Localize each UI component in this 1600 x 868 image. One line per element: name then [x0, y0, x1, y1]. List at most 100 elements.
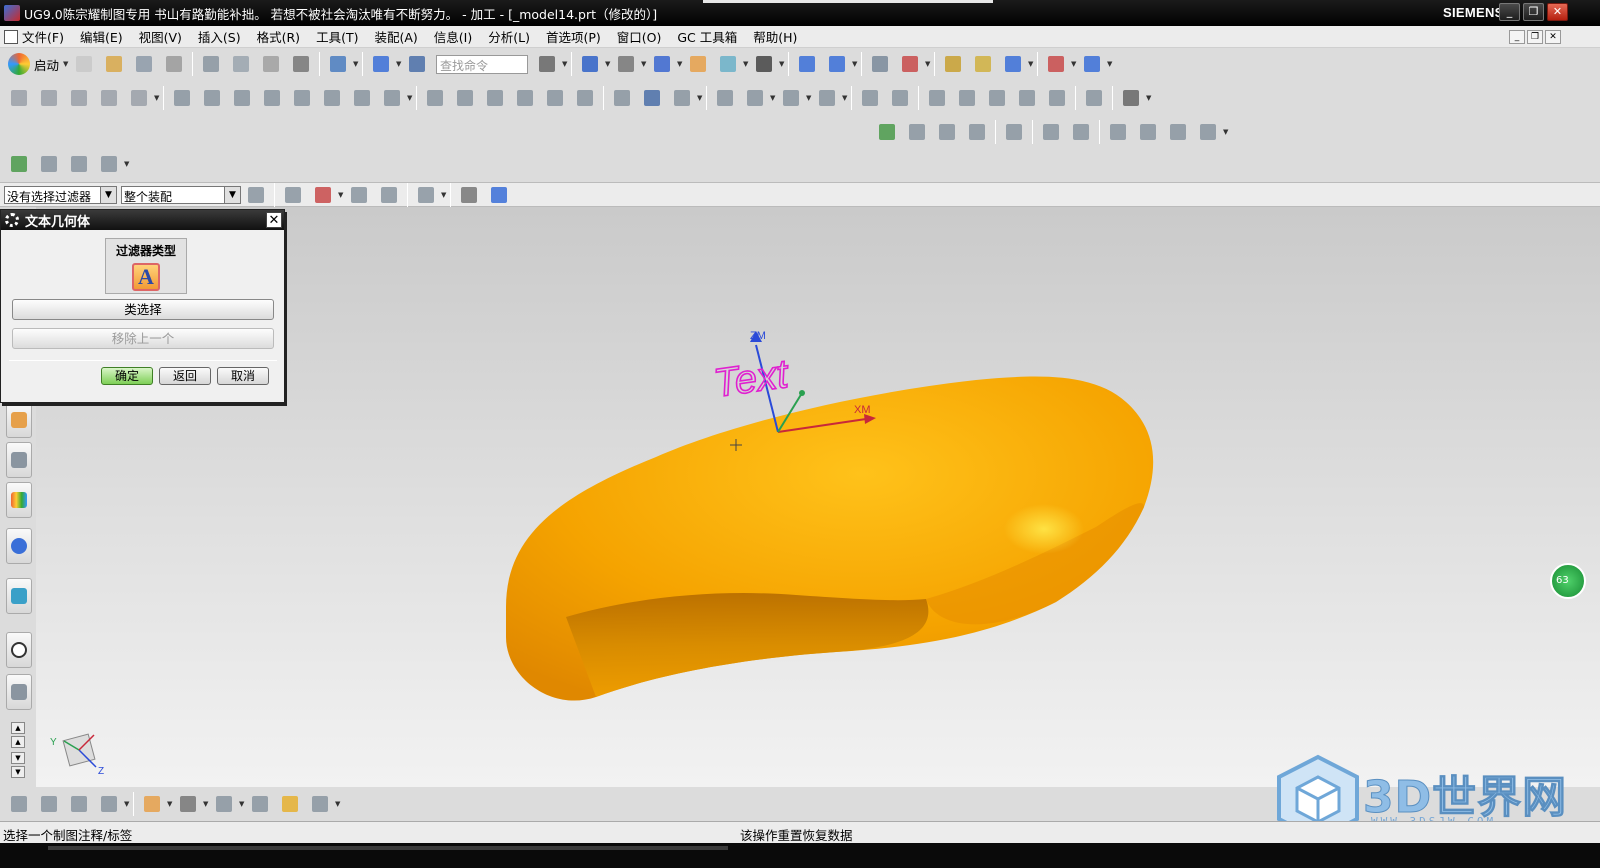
menu-edit[interactable]: 编辑(E)	[72, 27, 131, 46]
wcs-icon[interactable]	[898, 52, 922, 76]
open-folder-icon[interactable]	[102, 52, 126, 76]
command-search-input[interactable]: 查找命令	[436, 54, 529, 74]
chevron-down-icon[interactable]: ▼	[396, 60, 402, 68]
undo-icon[interactable]	[326, 52, 350, 76]
box-icon[interactable]	[278, 792, 302, 816]
shop-docs-icon[interactable]	[380, 86, 404, 110]
menu-insert[interactable]: 插入(S)	[190, 27, 249, 46]
machine-sim-icon[interactable]	[290, 86, 314, 110]
layer-icon[interactable]	[686, 52, 710, 76]
verify-path-icon[interactable]	[260, 86, 284, 110]
web-browser-tab[interactable]	[6, 528, 32, 564]
fit-view-icon[interactable]	[369, 52, 393, 76]
chevron-down-icon[interactable]: ▼	[562, 60, 568, 68]
callout-icon[interactable]	[1039, 120, 1063, 144]
chevron-down-icon[interactable]: ▼	[925, 60, 931, 68]
selection-scope-dropdown[interactable]: 整个装配 ▼	[121, 185, 241, 204]
path-edit-icon[interactable]	[815, 86, 839, 110]
clock-tab[interactable]	[6, 632, 32, 668]
scroll-top-button[interactable]: ▲	[11, 722, 25, 734]
menu-information[interactable]: 信息(I)	[426, 27, 480, 46]
surface-finish-icon[interactable]	[1136, 120, 1160, 144]
object-display-icon[interactable]	[971, 52, 995, 76]
delete-path-icon[interactable]	[320, 86, 344, 110]
back-button[interactable]: 返回	[159, 367, 211, 385]
snap-point-icon[interactable]	[281, 183, 305, 207]
chevron-down-icon[interactable]: ▼	[335, 800, 341, 808]
cam-setup-icon[interactable]	[1082, 86, 1106, 110]
mdi-restore-button[interactable]: ❐	[1527, 30, 1543, 44]
layer-settings-icon[interactable]	[868, 52, 892, 76]
weld-icon[interactable]	[1106, 120, 1130, 144]
gear-icon[interactable]	[5, 213, 19, 227]
part-navigator-tab[interactable]	[6, 482, 32, 518]
step-path-icon[interactable]	[743, 86, 767, 110]
analysis-model-icon[interactable]	[37, 152, 61, 176]
menu-assembly[interactable]: 装配(A)	[366, 27, 425, 46]
show-hide-icon[interactable]	[1001, 52, 1025, 76]
point-icon[interactable]	[955, 86, 979, 110]
chevron-down-icon[interactable]: ▼	[641, 60, 647, 68]
chevron-down-icon[interactable]: ▼	[239, 800, 245, 808]
select-feature-icon[interactable]	[311, 183, 335, 207]
menu-view[interactable]: 视图(V)	[131, 27, 190, 46]
save-icon[interactable]	[132, 52, 156, 76]
datum-icon[interactable]	[1166, 120, 1190, 144]
select-face-icon[interactable]	[347, 183, 371, 207]
assembly-navigator-tab[interactable]	[6, 402, 32, 438]
section-view-icon[interactable]	[795, 52, 819, 76]
analysis-graph-icon[interactable]	[97, 152, 121, 176]
chevron-down-icon[interactable]: ▼	[1028, 60, 1034, 68]
flag-icon[interactable]	[1002, 120, 1026, 144]
paste-icon[interactable]	[259, 52, 283, 76]
list-path-icon[interactable]	[230, 86, 254, 110]
class-select-button[interactable]: 类选择	[12, 299, 274, 320]
transform-icon[interactable]	[543, 86, 567, 110]
solid-body-icon[interactable]	[487, 183, 511, 207]
object-icon[interactable]	[573, 86, 597, 110]
menu-preferences[interactable]: 首选项(P)	[538, 27, 609, 46]
chevron-down-icon[interactable]: ▼	[697, 94, 703, 102]
bottom-tool-2-icon[interactable]	[37, 792, 61, 816]
background-icon[interactable]	[752, 52, 776, 76]
clip-icon[interactable]	[825, 52, 849, 76]
chevron-down-icon[interactable]: ▼	[441, 191, 447, 199]
ok-button[interactable]: 确定	[101, 367, 153, 385]
program-order-icon[interactable]	[610, 86, 634, 110]
chevron-down-icon[interactable]: ▼	[779, 60, 785, 68]
fixture-icon[interactable]	[248, 792, 272, 816]
system-menu-icon[interactable]	[4, 29, 18, 44]
feature-op-icon[interactable]	[858, 86, 882, 110]
path-display-icon[interactable]	[779, 86, 803, 110]
start-button[interactable]: 启动	[4, 53, 63, 75]
analysis-check-icon[interactable]	[7, 152, 31, 176]
chevron-down-icon[interactable]: ▼	[852, 60, 858, 68]
bottom-tool-1-icon[interactable]	[7, 792, 31, 816]
measure-icon[interactable]	[1080, 52, 1104, 76]
menu-window[interactable]: 窗口(O)	[609, 27, 670, 46]
roles-tab[interactable]	[6, 674, 32, 710]
search-icon[interactable]	[535, 52, 559, 76]
shaded-cube-icon[interactable]	[650, 52, 674, 76]
plane-icon[interactable]	[212, 792, 236, 816]
rotate-icon[interactable]	[614, 52, 638, 76]
mdi-minimize-button[interactable]: _	[1509, 30, 1525, 44]
bottom-tool-4-icon[interactable]	[97, 792, 121, 816]
close-icon[interactable]	[1119, 86, 1143, 110]
snap-icon[interactable]	[1044, 52, 1068, 76]
note-icon[interactable]	[905, 120, 929, 144]
create-method-icon[interactable]	[97, 86, 121, 110]
scroll-bottom-button[interactable]: ▼	[11, 766, 25, 778]
bottom-tool-3-icon[interactable]	[67, 792, 91, 816]
print-icon[interactable]	[162, 52, 186, 76]
chevron-down-icon[interactable]: ▼	[806, 94, 812, 102]
chevron-down-icon[interactable]: ▼	[743, 60, 749, 68]
select-body-icon[interactable]	[377, 183, 401, 207]
table-icon[interactable]	[965, 120, 989, 144]
chevron-down-icon[interactable]: ▼	[154, 94, 160, 102]
info-doc-icon[interactable]	[640, 86, 664, 110]
feed-rate-icon[interactable]	[423, 86, 447, 110]
zoom-window-icon[interactable]	[578, 52, 602, 76]
eraser-icon[interactable]	[457, 183, 481, 207]
chevron-down-icon[interactable]: ▼	[124, 800, 130, 808]
